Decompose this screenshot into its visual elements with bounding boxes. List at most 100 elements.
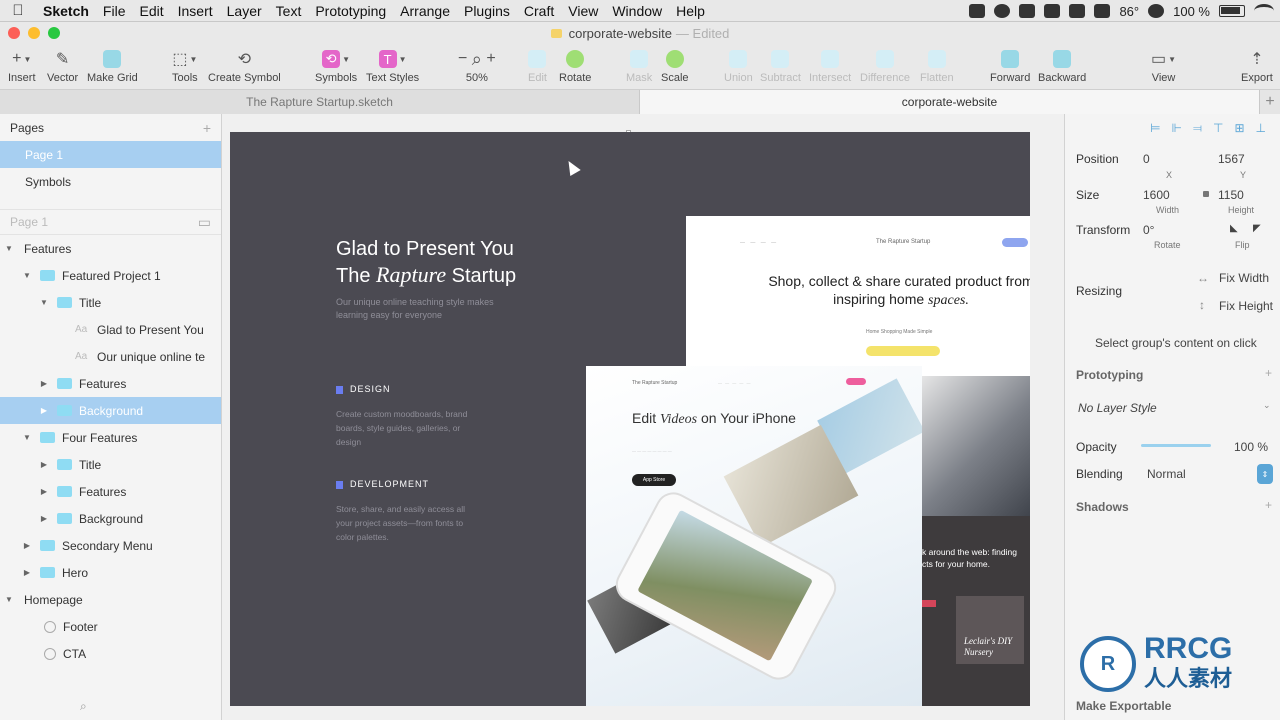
canvas[interactable]: Glad to Present You The Rapture Startup … <box>222 114 1064 720</box>
info-icon[interactable] <box>1044 4 1061 18</box>
page-item-page-1[interactable]: Page 1 <box>0 141 221 168</box>
layer-item[interactable]: ▼ Featured Project 1 <box>0 262 221 289</box>
menu-layer[interactable]: Layer <box>220 0 269 22</box>
collapse-icon[interactable]: ▭ <box>198 214 211 231</box>
edit-button[interactable]: Edit <box>528 46 547 84</box>
layer-item[interactable]: ▼ Features <box>0 235 221 262</box>
zoom-out-icon[interactable]: − <box>458 50 467 68</box>
tab-corporate-website[interactable]: corporate-website <box>640 90 1260 114</box>
layer-item[interactable]: Aa Glad to Present You <box>0 316 221 343</box>
layer-item[interactable]: ▶ Background <box>0 397 221 424</box>
search-icon[interactable] <box>1148 4 1165 18</box>
menu-help[interactable]: Help <box>669 0 712 22</box>
layer-item[interactable]: ▶ Secondary Menu <box>0 532 221 559</box>
align-top-icon[interactable]: ⊤ <box>1213 121 1223 135</box>
disclosure-triangle-icon[interactable]: ▶ <box>22 568 32 577</box>
layer-item[interactable]: Aa Our unique online te <box>0 343 221 370</box>
zoom-in-icon[interactable]: + <box>486 50 495 68</box>
layer-item[interactable]: ▶ Title <box>0 451 221 478</box>
menu-text[interactable]: Text <box>269 0 309 22</box>
scale-button[interactable]: Scale <box>661 46 689 84</box>
battery-icon[interactable] <box>1219 5 1245 17</box>
flatten-button[interactable]: Flatten <box>920 46 954 84</box>
rotate-button[interactable]: Rotate <box>559 46 591 84</box>
cloud-app-icon[interactable] <box>969 4 986 18</box>
symbols-button[interactable]: ⟲ ▼ Symbols <box>315 46 357 84</box>
intersect-button[interactable]: Intersect <box>809 46 851 84</box>
vector-button[interactable]: ✎ Vector <box>47 46 78 84</box>
blending-select[interactable]: Normal <box>1147 467 1186 481</box>
view-button[interactable]: ▭ ▼ View <box>1151 46 1176 84</box>
align-middle-icon[interactable]: ⊞ <box>1234 121 1244 135</box>
width-field[interactable]: 1600 <box>1143 188 1170 202</box>
menu-insert[interactable]: Insert <box>171 0 220 22</box>
align-left-icon[interactable]: ⊨ <box>1150 121 1160 135</box>
layer-item[interactable]: ▼ Title <box>0 289 221 316</box>
mask-button[interactable]: Mask <box>626 46 652 84</box>
minimize-window-button[interactable] <box>28 27 40 39</box>
disclosure-triangle-icon[interactable]: ▼ <box>4 244 14 253</box>
flip-vertical-icon[interactable]: ◤ <box>1253 223 1261 234</box>
layer-item[interactable]: ▼ Four Features <box>0 424 221 451</box>
zoom-control[interactable]: − ⌕ +50% <box>458 46 496 85</box>
make-grid-button[interactable]: Make Grid <box>87 46 138 84</box>
weather-icon[interactable] <box>1094 4 1111 18</box>
menu-window[interactable]: Window <box>605 0 669 22</box>
disclosure-triangle-icon[interactable]: ▼ <box>22 433 32 442</box>
opacity-slider[interactable] <box>1141 444 1211 447</box>
layer-item[interactable]: CTA <box>0 640 221 667</box>
create-symbol-button[interactable]: ⟲ Create Symbol <box>208 46 281 84</box>
disclosure-triangle-icon[interactable]: ▶ <box>39 514 49 523</box>
cpu-graph-icon[interactable] <box>1069 4 1086 18</box>
blending-stepper[interactable]: ⇕ <box>1257 464 1273 484</box>
disclosure-triangle-icon[interactable]: ▶ <box>39 406 49 415</box>
align-right-icon[interactable]: ⫤ <box>1193 121 1202 136</box>
close-window-button[interactable] <box>8 27 20 39</box>
height-field[interactable]: 1150 <box>1218 188 1244 202</box>
disclosure-triangle-icon[interactable]: ▼ <box>4 595 14 604</box>
tools-button[interactable]: ⬚ ▼ Tools <box>172 46 198 84</box>
lock-icon[interactable] <box>1203 191 1209 197</box>
opacity-value[interactable]: 100 % <box>1234 440 1268 454</box>
select-group-content-option[interactable]: Select group's content on click <box>1095 336 1257 350</box>
fix-height-option[interactable]: Fix Height <box>1219 299 1273 313</box>
menu-view[interactable]: View <box>561 0 605 22</box>
tab-rapture-startup[interactable]: The Rapture Startup.sketch <box>0 90 640 114</box>
zoom-window-button[interactable] <box>48 27 60 39</box>
wifi-icon[interactable] <box>1254 4 1274 18</box>
layer-item[interactable]: ▶ Features <box>0 478 221 505</box>
make-exportable-section[interactable]: Make Exportable <box>1076 699 1171 713</box>
fix-width-option[interactable]: Fix Width <box>1219 271 1269 285</box>
menu-app-name[interactable]: Sketch <box>36 0 96 22</box>
menu-file[interactable]: File <box>96 0 133 22</box>
layer-style-dropdown[interactable]: No Layer Style <box>1078 401 1157 415</box>
subtract-button[interactable]: Subtract <box>760 46 801 84</box>
add-shadow-icon[interactable]: + <box>1265 498 1272 512</box>
align-bottom-icon[interactable]: ⊥ <box>1256 121 1266 135</box>
rotate-field[interactable]: 0° <box>1143 223 1154 237</box>
layer-item[interactable]: ▶ Background <box>0 505 221 532</box>
backward-button[interactable]: Backward <box>1038 46 1086 84</box>
menu-edit[interactable]: Edit <box>132 0 170 22</box>
menu-arrange[interactable]: Arrange <box>393 0 457 22</box>
layer-item[interactable]: ▶ Features <box>0 370 221 397</box>
layer-item[interactable]: ▶ Hero <box>0 559 221 586</box>
chevron-down-icon[interactable]: ⌄ <box>1263 400 1271 411</box>
disclosure-triangle-icon[interactable]: ▶ <box>39 487 49 496</box>
x-field[interactable]: 0 <box>1143 152 1150 166</box>
export-button[interactable]: ⇡ Export <box>1241 46 1273 84</box>
align-center-icon[interactable]: ⊩ <box>1172 121 1182 135</box>
text-styles-button[interactable]: T ▼ Text Styles <box>366 46 419 84</box>
artboard[interactable]: Glad to Present You The Rapture Startup … <box>230 132 1030 706</box>
page-item-symbols[interactable]: Symbols <box>0 168 221 195</box>
y-field[interactable]: 1567 <box>1218 152 1245 166</box>
page-filter[interactable]: Page 1 ▭ <box>0 209 221 235</box>
add-tab-button[interactable]: + <box>1260 90 1280 114</box>
camera-icon[interactable] <box>1019 4 1036 18</box>
menu-plugins[interactable]: Plugins <box>457 0 517 22</box>
disclosure-triangle-icon[interactable]: ▼ <box>39 298 49 307</box>
insert-button[interactable]: + ▼ Insert <box>8 46 36 84</box>
union-button[interactable]: Union <box>724 46 753 84</box>
layer-search-icon[interactable]: ⌕ <box>80 699 87 714</box>
layer-item[interactable]: ▼ Homepage <box>0 586 221 613</box>
